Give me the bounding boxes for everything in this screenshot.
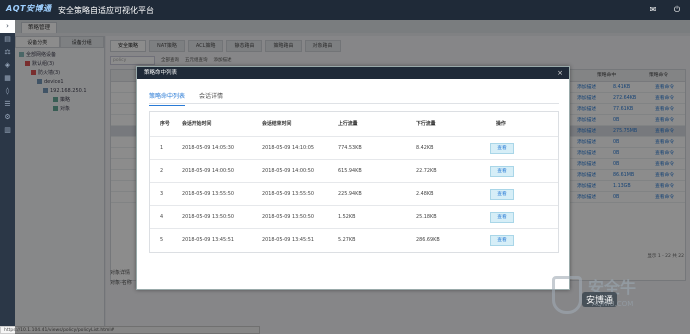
table-header-row: 序号 会话开始时间 会话结束时间 上行流量 下行流量 操作 bbox=[150, 112, 558, 137]
table-row: 2 2018-05-09 14:00:50 2018-05-09 14:00:50 6… bbox=[150, 160, 558, 183]
cell-no: 3 bbox=[160, 191, 164, 197]
column-header: 操作 bbox=[496, 121, 506, 127]
policy-hit-modal: 策略命中列表 × 策略命中列表 会话详情 序号 会话开始时间 会话结束时间 上行… bbox=[136, 66, 570, 290]
view-button[interactable]: 查看 bbox=[490, 189, 514, 200]
cell-down: 286.69KB bbox=[416, 237, 440, 243]
table-row: 1 2018-05-09 14:05:30 2018-05-09 14:10:05 7… bbox=[150, 137, 558, 160]
cell-up: 615.94KB bbox=[338, 168, 362, 174]
view-button[interactable]: 查看 bbox=[490, 212, 514, 223]
cell-start: 2018-05-09 13:55:50 bbox=[182, 191, 234, 197]
column-header: 会话开始时间 bbox=[182, 121, 212, 127]
modal-title: 策略命中列表 bbox=[144, 70, 178, 76]
cell-end: 2018-05-09 13:50:50 bbox=[262, 214, 314, 220]
tag-icon[interactable]: ◈ bbox=[0, 59, 15, 72]
cell-up: 774.53KB bbox=[338, 145, 362, 151]
cell-no: 2 bbox=[160, 168, 164, 174]
cell-no: 1 bbox=[160, 145, 164, 151]
scale-icon[interactable]: ⚖ bbox=[0, 46, 15, 59]
watermark: 安全牛 安博通 AQNIU.COM bbox=[552, 270, 688, 332]
column-header: 下行流量 bbox=[416, 121, 436, 127]
app-logo: AQT安博通 bbox=[6, 4, 52, 13]
cell-down: 2.48KB bbox=[416, 191, 434, 197]
left-icon-rail: › ▤ ⚖ ◈ ▦ ◊ ☰ ⚙ ▥ bbox=[0, 20, 15, 334]
cell-no: 5 bbox=[160, 237, 164, 243]
gear-icon[interactable]: ⚙ bbox=[0, 111, 15, 124]
view-button[interactable]: 查看 bbox=[490, 166, 514, 177]
cell-up: 225.94KB bbox=[338, 191, 362, 197]
column-header: 序号 bbox=[160, 121, 170, 127]
view-button[interactable]: 查看 bbox=[490, 235, 514, 246]
cell-up: 1.52KB bbox=[338, 214, 356, 220]
list-icon[interactable]: ☰ bbox=[0, 98, 15, 111]
calendar-icon[interactable]: ▦ bbox=[0, 72, 15, 85]
cell-start: 2018-05-09 14:00:50 bbox=[182, 168, 234, 174]
watermark-sub: AQNIU.COM bbox=[592, 300, 634, 308]
table-row: 5 2018-05-09 13:45:51 2018-05-09 13:45:51 5… bbox=[150, 229, 558, 252]
top-bar: AQT安博通 安全策略自适应可视化平台 ✉ ⏻ bbox=[0, 0, 690, 20]
cell-end: 2018-05-09 13:55:50 bbox=[262, 191, 314, 197]
cell-end: 2018-05-09 13:45:51 bbox=[262, 237, 314, 243]
cell-down: 25.18KB bbox=[416, 214, 437, 220]
shield-icon[interactable]: ◊ bbox=[0, 85, 15, 98]
app-title: 安全策略自适应可视化平台 bbox=[58, 5, 154, 15]
close-icon[interactable]: × bbox=[557, 67, 563, 79]
cell-start: 2018-05-09 13:45:51 bbox=[182, 237, 234, 243]
shield-logo-icon bbox=[552, 276, 582, 314]
report-icon[interactable]: ▥ bbox=[0, 124, 15, 137]
table-row: 4 2018-05-09 13:50:50 2018-05-09 13:50:50 1… bbox=[150, 206, 558, 229]
expand-icon[interactable]: › bbox=[0, 20, 15, 33]
chart-icon[interactable]: ▤ bbox=[0, 33, 15, 46]
cell-start: 2018-05-09 13:50:50 bbox=[182, 214, 234, 220]
hit-table: 序号 会话开始时间 会话结束时间 上行流量 下行流量 操作 1 2018-05-0… bbox=[149, 111, 559, 253]
message-icon[interactable]: ✉ bbox=[648, 5, 658, 15]
table-row: 3 2018-05-09 13:55:50 2018-05-09 13:55:50 2… bbox=[150, 183, 558, 206]
cell-up: 5.27KB bbox=[338, 237, 356, 243]
cell-no: 4 bbox=[160, 214, 164, 220]
cell-down: 22.72KB bbox=[416, 168, 437, 174]
cell-start: 2018-05-09 14:05:30 bbox=[182, 145, 234, 151]
cell-end: 2018-05-09 14:00:50 bbox=[262, 168, 314, 174]
column-header: 上行流量 bbox=[338, 121, 358, 127]
cell-down: 8.42KB bbox=[416, 145, 434, 151]
divider bbox=[149, 103, 559, 104]
view-button[interactable]: 查看 bbox=[490, 143, 514, 154]
power-icon[interactable]: ⏻ bbox=[672, 5, 682, 15]
cell-end: 2018-05-09 14:10:05 bbox=[262, 145, 314, 151]
column-header: 会话结束时间 bbox=[262, 121, 292, 127]
